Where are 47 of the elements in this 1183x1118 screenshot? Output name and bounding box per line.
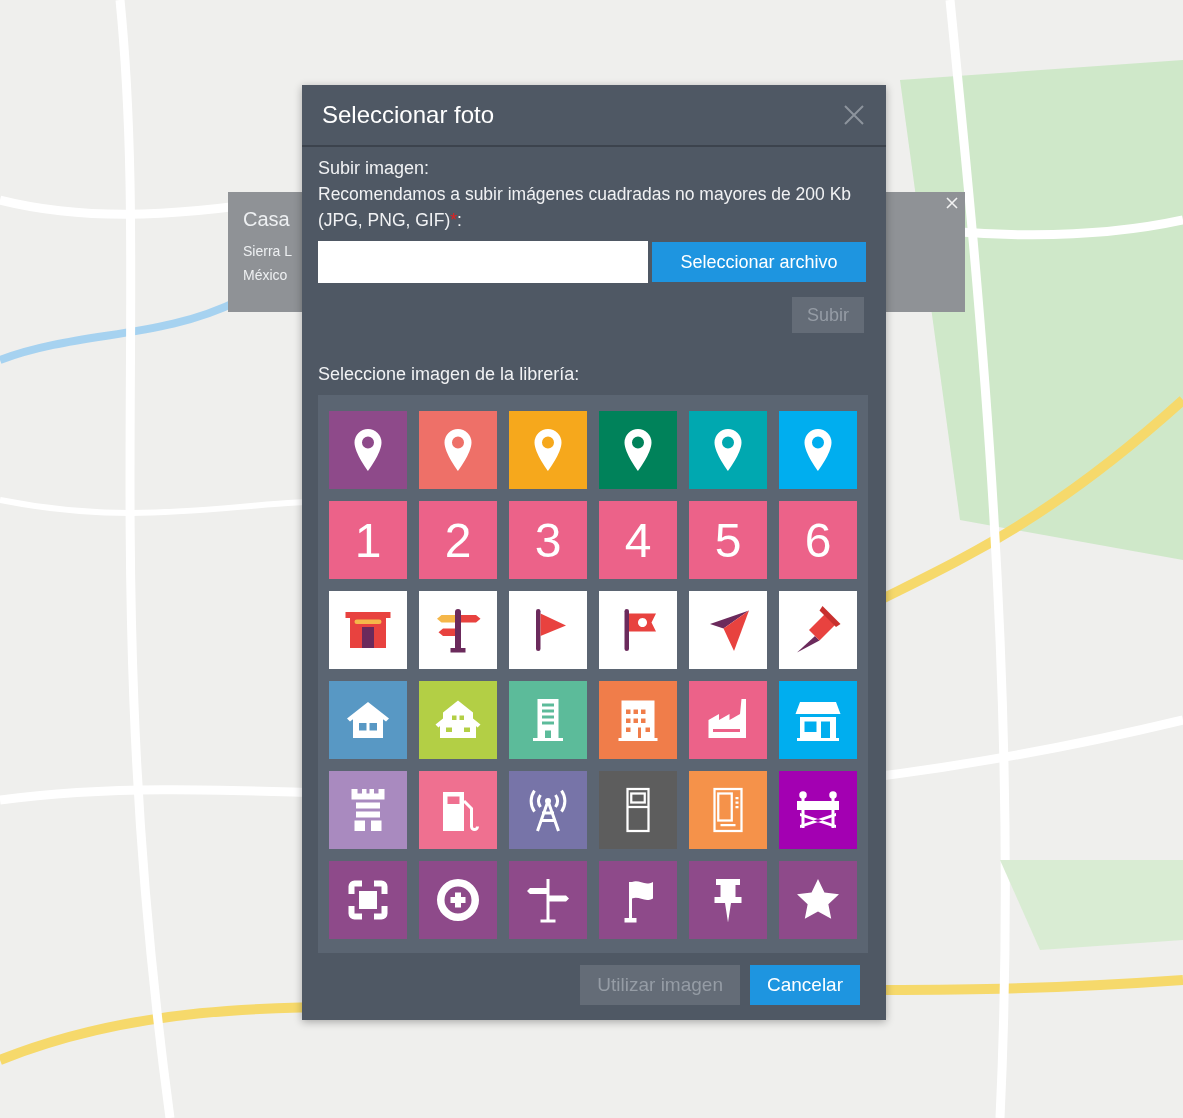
upload-hint: Recomendamos a subir imágenes cuadradas no mayores de 200 Kb (JPG, PNG, GIF)*: — [318, 183, 853, 232]
popup-text: Sierra L — [243, 242, 293, 261]
number-tile[interactable]: 3 — [509, 501, 587, 579]
dialog-title: Seleccionar foto — [322, 101, 495, 129]
icon-tile[interactable] — [689, 771, 767, 849]
icon-tile[interactable] — [689, 591, 767, 669]
icon-tile[interactable] — [599, 591, 677, 669]
number-tile[interactable]: 4 — [599, 501, 677, 579]
close-icon[interactable] — [844, 105, 864, 125]
popup-title: Casa — [243, 208, 290, 231]
icon-tile[interactable] — [779, 591, 857, 669]
popup-text: México — [243, 266, 288, 285]
icon-tile[interactable] — [329, 771, 407, 849]
icon-tile[interactable] — [509, 771, 587, 849]
icon-tile[interactable] — [509, 591, 587, 669]
icon-tile[interactable] — [329, 411, 407, 489]
icon-tile[interactable] — [779, 861, 857, 939]
icon-tile[interactable] — [599, 681, 677, 759]
number-tile[interactable]: 2 — [419, 501, 497, 579]
library-label: Seleccione imagen de la librería: — [318, 363, 580, 386]
icon-tile[interactable] — [329, 681, 407, 759]
icon-tile[interactable] — [689, 411, 767, 489]
icon-tile[interactable] — [599, 861, 677, 939]
icon-tile[interactable] — [419, 771, 497, 849]
icon-tile[interactable] — [689, 681, 767, 759]
icon-tile[interactable] — [419, 411, 497, 489]
icon-tile[interactable] — [509, 411, 587, 489]
number-tile[interactable]: 5 — [689, 501, 767, 579]
icon-tile[interactable] — [419, 591, 497, 669]
icon-tile[interactable] — [779, 681, 857, 759]
icon-tile[interactable] — [419, 681, 497, 759]
icon-tile[interactable] — [689, 861, 767, 939]
number-tile[interactable]: 1 — [329, 501, 407, 579]
file-field[interactable] — [318, 241, 648, 283]
upload-label: Subir imagen: — [318, 157, 430, 180]
icon-tile[interactable] — [329, 861, 407, 939]
icon-tile[interactable] — [599, 411, 677, 489]
icon-tile[interactable] — [329, 591, 407, 669]
icon-tile[interactable] — [419, 861, 497, 939]
icon-tile[interactable] — [509, 861, 587, 939]
icon-tile[interactable] — [599, 771, 677, 849]
cancel-button[interactable]: Cancelar — [749, 965, 860, 1005]
number-tile[interactable]: 6 — [779, 501, 857, 579]
choose-file-button[interactable]: Seleccionar archivo — [652, 242, 866, 282]
icon-tile[interactable] — [509, 681, 587, 759]
icon-tile[interactable] — [779, 411, 857, 489]
icon-tile[interactable] — [779, 771, 857, 849]
